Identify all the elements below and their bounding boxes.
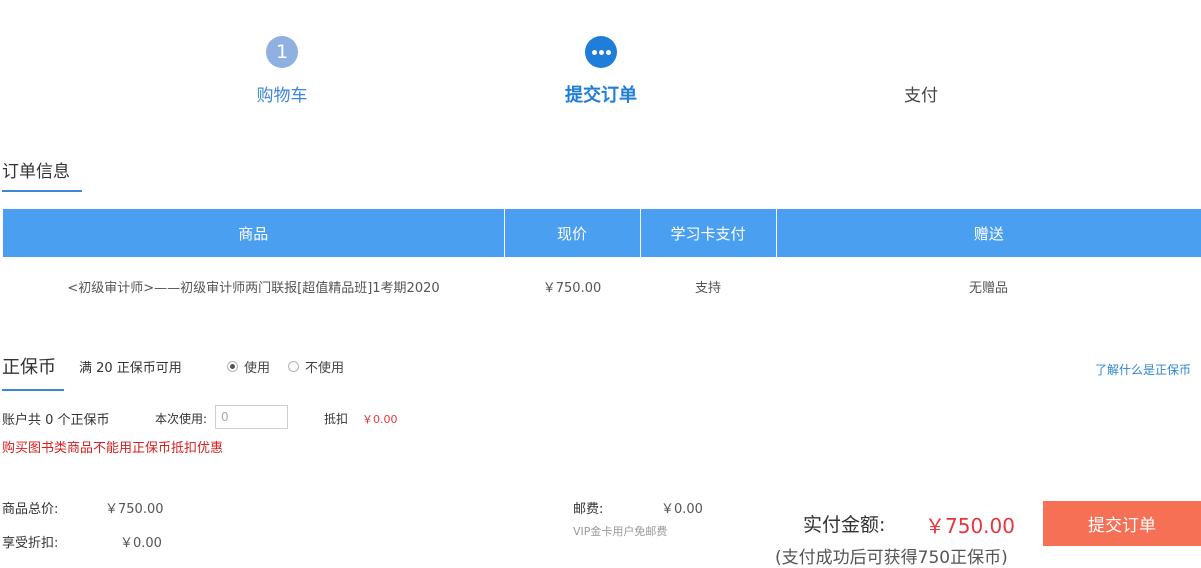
total-price-label: 商品总价: [2,502,59,517]
account-coins-text: 账户共 0 个正保币 [2,413,110,428]
step-number-badge: 1 [266,36,298,68]
radio-checked-icon[interactable] [227,361,238,372]
reward-note: (支付成功后可获得750正保币) [775,548,1008,568]
radio-use-coins[interactable]: 使用 [227,357,270,376]
learn-about-coins-link[interactable]: 了解什么是正保币 [1095,361,1191,378]
table-row: <初级审计师>——初级审计师两门联报[超值精品班]1考期2020 ￥750.00… [3,257,1201,315]
order-table: 商品 现价 学习卡支付 赠送 <初级审计师>——初级审计师两门联报[超值精品班]… [3,209,1201,315]
deduct-label: 抵扣 [324,412,349,426]
coins-warning: 购买图书类商品不能用正保币抵扣优惠 [2,441,224,456]
product-name: <初级审计师>——初级审计师两门联报[超值精品班]1考期2020 [67,280,440,296]
shipping-note: VIP金卡用户免邮费 [573,525,668,538]
use-amount-label: 本次使用: [155,412,208,426]
total-price-value: ￥750.00 [105,502,164,517]
column-header-card-pay: 学习卡支付 [640,209,777,257]
amount-due-label: 实付金额: [803,514,886,536]
column-header-price: 现价 [504,209,641,257]
step-submit-order: 提交订单 [531,36,671,106]
gift: 无赠品 [968,280,1008,296]
use-amount-input[interactable] [215,405,288,429]
radio-not-use-coins[interactable]: 不使用 [288,357,344,376]
shipping-label: 邮费: [573,502,604,517]
discount-value: ￥0.00 [120,536,162,551]
shipping-value: ￥0.00 [661,502,703,517]
column-header-gift: 赠送 [776,209,1201,257]
step-label-payment: 支付 [904,86,938,106]
deduct-value: ￥0.00 [362,413,398,426]
step-label-cart: 购物车 [256,86,308,106]
coins-available-text: 满 20 正保币可用 [79,361,182,376]
product-price: ￥750.00 [542,280,602,296]
amount-due-value: ￥750.00 [925,514,1015,538]
radio-unchecked-icon[interactable] [288,361,299,372]
radio-not-use-label: 不使用 [305,361,345,376]
radio-use-label: 使用 [244,361,271,376]
discount-label: 享受折扣: [2,536,59,551]
step-cart: 1 购物车 [212,36,352,106]
coins-title: 正保币 [2,353,64,391]
order-info-title: 订单信息 [2,157,82,192]
submit-order-button[interactable]: 提交订单 [1043,501,1201,546]
ellipsis-icon [585,36,617,68]
step-payment: 支付 [851,36,991,106]
column-header-product: 商品 [3,209,505,257]
step-label-submit-order: 提交订单 [565,85,637,106]
table-header-row: 商品 现价 学习卡支付 赠送 [3,209,1201,257]
card-pay-support: 支持 [694,280,721,296]
